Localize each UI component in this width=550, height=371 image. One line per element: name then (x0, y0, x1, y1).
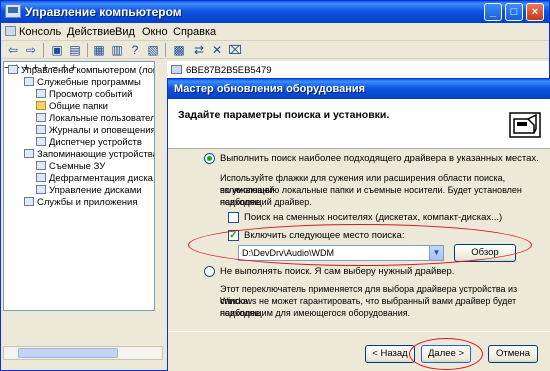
event-viewer-icon (36, 89, 46, 98)
menu-bar: Консоль Действие Вид Окно Справка (1, 23, 549, 41)
tree-item-removable-storage[interactable]: Съемные ЗУ (36, 161, 105, 173)
maximize-button[interactable]: □ (505, 3, 523, 21)
toolbar-separator (165, 43, 166, 57)
users-icon (36, 113, 46, 122)
removable-storage-icon (36, 161, 46, 170)
up-folder-icon[interactable]: ▣ (49, 42, 65, 58)
tree-root[interactable]: Управление компьютером (локал (8, 65, 154, 77)
cancel-button[interactable]: Отмена (488, 345, 538, 363)
computer-node[interactable]: 6BE87B2B5EB5479 (171, 65, 272, 76)
wizard-body: Выполнить поиск наиболее подходящего дра… (168, 150, 550, 330)
services-icon (24, 197, 34, 206)
radio-choose-manually-label[interactable]: Не выполнять поиск. Я сам выберу нужный … (220, 266, 454, 278)
menu-action[interactable]: Действие (67, 26, 115, 38)
storage-icon (24, 149, 34, 158)
hardware-icon (509, 112, 541, 138)
scan-hardware-icon[interactable]: ▩ (171, 42, 187, 58)
show-tree-icon[interactable]: ▤ (67, 42, 83, 58)
tree-item-services-apps[interactable]: Службы и приложения (24, 197, 137, 209)
disk-icon (36, 185, 46, 194)
title-bar[interactable]: Управление компьютером _ □ × (1, 1, 549, 23)
toolbar-separator (43, 43, 44, 57)
radio-search-auto-label[interactable]: Выполнить поиск наиболее подходящего дра… (220, 153, 539, 165)
forward-arrow-icon[interactable]: ⇨ (23, 42, 39, 58)
tree-item-system-tools[interactable]: Служебные программы (24, 77, 141, 89)
uninstall-device-icon[interactable]: ⌧ (227, 42, 243, 58)
removable-media-checkbox[interactable] (228, 212, 239, 223)
radio-search-auto[interactable] (204, 153, 215, 164)
menu-help[interactable]: Справка (173, 26, 216, 38)
tree-item-defragmenter[interactable]: Дефрагментация диска (36, 173, 153, 185)
update-driver-icon[interactable]: ⇄ (191, 42, 207, 58)
radio-choose-manually[interactable] (204, 266, 215, 277)
tools-icon (24, 77, 34, 86)
tree-item-event-viewer[interactable]: Просмотр событий (36, 89, 132, 101)
print-icon[interactable]: ▥ (109, 42, 125, 58)
help-icon[interactable]: ? (127, 42, 143, 58)
manual-description-line-3: подходящим для имеющегося оборудования. (220, 308, 411, 318)
close-button[interactable]: × (526, 3, 544, 21)
console-icon (5, 26, 16, 36)
tree-item-device-manager[interactable]: Диспетчер устройств (36, 137, 142, 149)
wizard-heading: Задайте параметры поиска и установки. (178, 109, 390, 121)
computer-management-icon (5, 4, 21, 18)
minimize-button[interactable]: _ (484, 3, 502, 21)
wizard-footer-separator (168, 331, 550, 332)
defrag-icon (36, 173, 46, 182)
device-manager-icon (36, 137, 46, 146)
wizard-title-bar[interactable]: Мастер обновления оборудования (168, 79, 550, 99)
properties-icon[interactable]: ▦ (91, 42, 107, 58)
console-tree-icon[interactable]: ▧ (145, 42, 161, 58)
highlight-annotation (409, 338, 483, 370)
tree-item-performance-logs[interactable]: Журналы и оповещения пр (36, 125, 154, 137)
scrollbar-thumb[interactable] (18, 348, 118, 358)
hardware-update-wizard: Мастер обновления оборудования Задайте п… (167, 78, 550, 371)
highlight-annotation (188, 224, 532, 266)
window-title: Управление компьютером (25, 5, 182, 19)
menu-view[interactable]: Вид (115, 26, 135, 38)
computer-icon (171, 65, 182, 74)
menu-console[interactable]: Консоль (5, 26, 61, 38)
tree-item-storage[interactable]: Запоминающие устройства (24, 149, 154, 161)
wizard-title: Мастер обновления оборудования (174, 83, 366, 95)
disable-device-icon[interactable]: ✕ (209, 42, 225, 58)
tree-item-shared-folders[interactable]: Общие папки (36, 101, 108, 113)
tree-item-disk-management[interactable]: Управление дисками (36, 185, 142, 197)
menu-window[interactable]: Окно (142, 26, 168, 38)
wizard-header: Задайте параметры поиска и установки. (168, 99, 550, 149)
search-description-line-3: подходящий драйвер. (220, 197, 312, 207)
toolbar-separator (87, 43, 88, 57)
back-button[interactable]: < Назад (365, 345, 415, 363)
removable-media-label[interactable]: Поиск на сменных носителях (дискетах, ко… (244, 212, 502, 224)
folder-icon (36, 101, 46, 110)
tree-scrollbar[interactable] (1, 344, 171, 370)
computer-icon (8, 65, 18, 74)
console-tree: Управление компьютером (локал − Служебны… (3, 61, 155, 311)
tree-item-local-users[interactable]: Локальные пользовател (36, 113, 154, 125)
back-arrow-icon[interactable]: ⇦ (5, 42, 21, 58)
logs-icon (36, 125, 46, 134)
scrollbar-track[interactable] (3, 346, 163, 360)
toolbar: ⇦ ⇨ ▣ ▤ ▦ ▥ ? ▧ ▩ ⇄ ✕ ⌧ (1, 41, 549, 59)
